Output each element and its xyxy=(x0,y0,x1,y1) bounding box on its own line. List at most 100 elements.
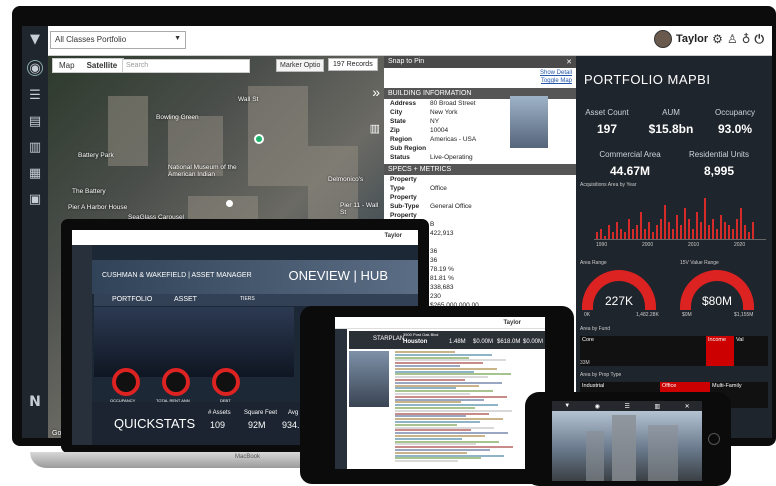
fund-bar-income[interactable]: Income xyxy=(706,336,734,366)
tab-portfolio[interactable]: PORTFOLIO xyxy=(112,296,152,303)
layers-icon[interactable]: ☰ xyxy=(27,88,43,104)
avatar[interactable] xyxy=(653,30,672,48)
stack-floor[interactable] xyxy=(395,423,457,426)
map-pin-icon[interactable]: ◉ xyxy=(27,60,43,76)
acq-bar[interactable] xyxy=(636,225,638,239)
acq-bar[interactable] xyxy=(740,208,742,239)
user-name[interactable]: Taylor xyxy=(676,33,708,45)
stack-floor[interactable] xyxy=(395,435,485,437)
stack-floor[interactable] xyxy=(395,370,474,373)
acq-bar[interactable] xyxy=(728,225,730,239)
stack-floor[interactable] xyxy=(395,379,465,381)
stack-floor[interactable] xyxy=(395,376,488,379)
filter-icon[interactable]: ▼ xyxy=(27,32,43,48)
toggle-map-link[interactable]: Toggle Map xyxy=(388,77,572,85)
stack-floor[interactable] xyxy=(395,443,476,446)
acq-bar[interactable] xyxy=(660,218,662,239)
gear-icon[interactable]: ⚙ xyxy=(712,32,723,46)
acq-bar[interactable] xyxy=(656,225,658,239)
stack-floor[interactable] xyxy=(395,440,499,443)
stack-floor[interactable] xyxy=(395,393,470,395)
stack-floor[interactable] xyxy=(395,353,492,356)
acq-bar[interactable] xyxy=(708,225,710,239)
snap-to-pin-label[interactable]: Snap to Pin xyxy=(388,58,424,66)
power-icon[interactable]: ⏻ xyxy=(755,32,765,47)
stack-floor[interactable] xyxy=(395,451,467,454)
stack-floor[interactable] xyxy=(395,384,479,387)
stack-floor[interactable] xyxy=(395,412,489,415)
stack-floor[interactable] xyxy=(395,460,458,463)
tab-tiers[interactable]: TIERS xyxy=(240,296,255,302)
chart-icon[interactable]: ▥ xyxy=(27,140,43,156)
home-button[interactable] xyxy=(708,433,720,445)
acq-bar[interactable] xyxy=(624,232,626,239)
user-name[interactable]: Taylor xyxy=(503,320,521,326)
acq-bar[interactable] xyxy=(744,225,746,239)
acq-bar[interactable] xyxy=(720,215,722,239)
stack-floor[interactable] xyxy=(395,409,512,412)
acq-bar[interactable] xyxy=(604,235,606,239)
stack-floor[interactable] xyxy=(395,395,507,398)
close-icon[interactable]: ✕ xyxy=(566,58,572,66)
stack-floor[interactable] xyxy=(395,390,493,393)
stack-floor[interactable] xyxy=(395,457,481,460)
acq-bar[interactable] xyxy=(696,211,698,239)
stack-floor[interactable] xyxy=(395,429,471,432)
acq-bar[interactable] xyxy=(704,198,706,239)
acq-bar[interactable] xyxy=(648,222,650,239)
stack-floor[interactable] xyxy=(395,398,484,401)
document-icon[interactable]: ▤ xyxy=(27,114,43,130)
acq-bar[interactable] xyxy=(632,228,634,239)
acq-bar[interactable] xyxy=(736,218,738,239)
acq-bar[interactable] xyxy=(612,232,614,239)
stack-floor[interactable] xyxy=(395,415,466,418)
stack-floor[interactable] xyxy=(395,454,504,457)
acq-bar[interactable] xyxy=(644,228,646,239)
acq-bar[interactable] xyxy=(724,222,726,239)
tab-map[interactable]: Map xyxy=(53,59,81,72)
fund-bar-core[interactable]: Core xyxy=(580,336,706,366)
stack-floor[interactable] xyxy=(395,381,502,384)
filter-icon[interactable]: ▼ xyxy=(564,403,570,409)
layers-icon[interactable]: ☰ xyxy=(625,403,630,410)
show-detail-link[interactable]: Show Detail xyxy=(388,69,572,77)
chart-icon[interactable]: ▥ xyxy=(654,403,660,410)
stack-floor[interactable] xyxy=(395,362,483,365)
acq-bar[interactable] xyxy=(608,225,610,239)
chart-icon[interactable]: ▥ xyxy=(370,122,380,135)
stack-floor[interactable] xyxy=(395,404,498,407)
acq-bar[interactable] xyxy=(664,205,666,239)
acq-bar[interactable] xyxy=(684,208,686,239)
report-icon[interactable]: ▦ xyxy=(27,166,43,182)
acq-bar[interactable] xyxy=(640,211,642,239)
user-name[interactable]: Taylor xyxy=(384,233,402,239)
marker-options-button[interactable]: Marker Optio xyxy=(276,59,325,72)
map-pin-icon[interactable]: ◉ xyxy=(595,403,600,410)
lightbulb-icon[interactable]: ♁ xyxy=(742,32,751,46)
map-marker[interactable] xyxy=(226,200,233,207)
stack-floor[interactable] xyxy=(395,373,511,376)
acq-bar[interactable] xyxy=(672,228,674,239)
tab-asset[interactable]: ASSET xyxy=(174,296,197,303)
tab-satellite[interactable]: Satellite xyxy=(81,59,124,72)
acq-bar[interactable] xyxy=(700,222,702,239)
portfolio-select[interactable]: All Classes Portfolio ▼ xyxy=(50,31,186,49)
close-icon[interactable]: ✕ xyxy=(685,403,690,410)
stack-floor[interactable] xyxy=(395,421,480,423)
acq-bar[interactable] xyxy=(596,232,598,239)
acq-bar[interactable] xyxy=(652,232,654,239)
map-pin[interactable] xyxy=(254,134,264,144)
user-icon[interactable]: ♙ xyxy=(727,32,738,46)
fund-bar-value[interactable]: Val xyxy=(734,336,768,366)
acq-bar[interactable] xyxy=(732,228,734,239)
stack-floor[interactable] xyxy=(395,367,497,370)
acq-bar[interactable] xyxy=(600,228,602,239)
stack-floor[interactable] xyxy=(395,432,508,435)
calendar-icon[interactable]: ▣ xyxy=(27,192,43,208)
acq-bar[interactable] xyxy=(712,218,714,239)
acq-bar[interactable] xyxy=(688,218,690,239)
acq-bar[interactable] xyxy=(620,228,622,239)
stack-floor[interactable] xyxy=(395,351,455,353)
stack-floor[interactable] xyxy=(395,449,490,451)
expand-icon[interactable]: » xyxy=(372,84,380,100)
